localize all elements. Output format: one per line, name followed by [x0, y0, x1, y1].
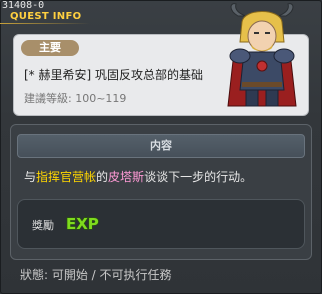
- title-underline: [0, 23, 90, 24]
- window-title: QUEST INFO: [10, 11, 82, 22]
- description-prefix: 与: [24, 170, 37, 184]
- quest-name: [* 赫里希安] 巩固反攻总部的基础: [24, 68, 203, 82]
- quest-id: 31408-0: [2, 0, 45, 11]
- description-suffix: 谈谈下一步的行动。: [144, 170, 253, 184]
- reward-box: [17, 199, 305, 249]
- content-header: 内容: [17, 134, 305, 158]
- description-middle: 的: [96, 170, 109, 184]
- npc-name-link[interactable]: 指挥官营帐: [36, 170, 96, 184]
- exp-icon-text: EXP: [66, 215, 99, 233]
- horned-warrior-portrait-icon: [227, 3, 297, 107]
- exp-icon: EXP: [65, 214, 99, 233]
- quest-status: 狀態: 可開始 / 不可执行任務: [20, 268, 172, 282]
- category-badge: 主要: [21, 40, 79, 56]
- quest-description: 与指挥官营帐的皮塔斯谈谈下一步的行动。: [24, 168, 252, 185]
- quest-level-requirement: 建議等級: 100~119: [24, 92, 127, 105]
- reward-label: 獎勵: [32, 219, 54, 232]
- map-name-link[interactable]: 皮塔斯: [108, 170, 144, 184]
